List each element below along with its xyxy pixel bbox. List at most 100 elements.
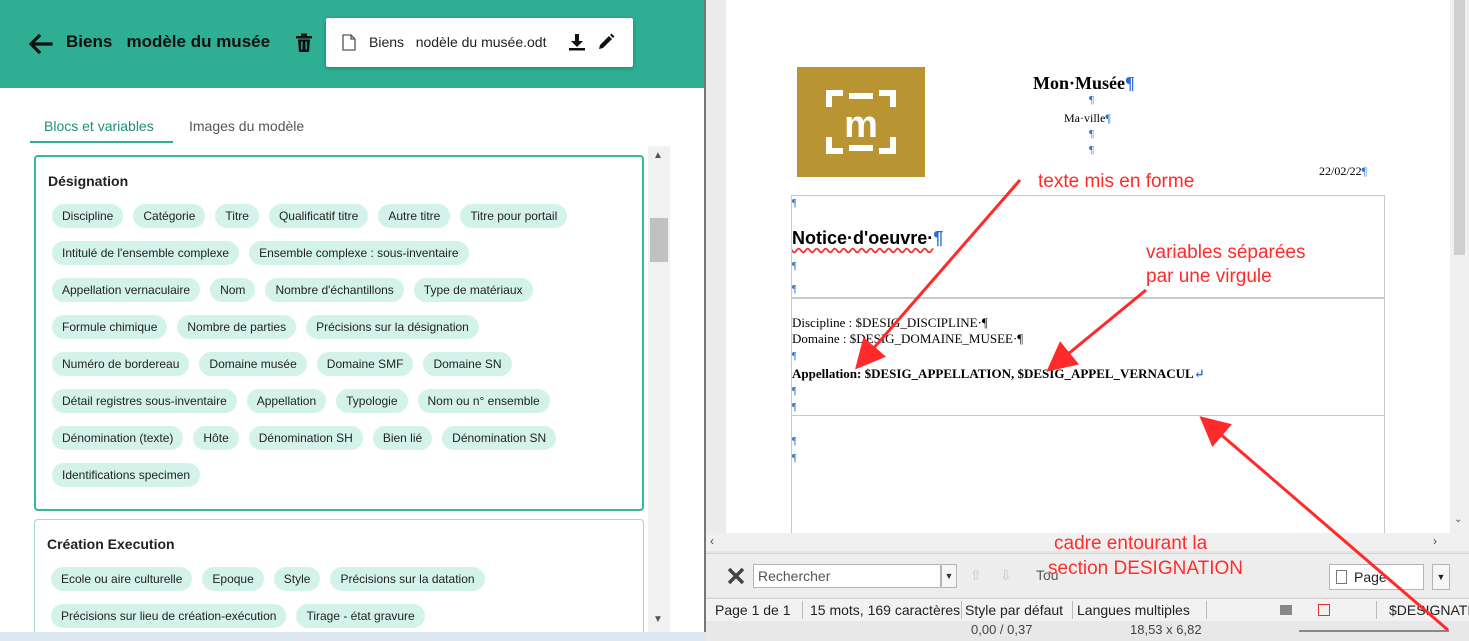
variable-chips: Discipline Catégorie Titre Qualificatif … [52,204,637,500]
status-separator [1376,601,1377,619]
status-language[interactable]: Langues multiples [1077,602,1190,618]
chip-row: Appellation vernaculaire Nom Nombre d'éc… [52,278,637,315]
variable-chip[interactable]: Bien lié [372,426,433,450]
variable-chip[interactable]: Qualificatif titre [268,204,369,228]
variable-chip[interactable]: Nom ou n° ensemble [417,389,550,413]
variable-chip[interactable]: Détail registres sous-inventaire [52,389,237,413]
chevron-down-icon[interactable]: ▼ [1432,564,1450,590]
variable-chip[interactable]: Ensemble complexe : sous-inventaire [249,241,469,265]
tab-bar: Blocs et variables Images du modèle [0,108,705,146]
variable-chip[interactable]: Discipline [52,204,124,228]
trash-icon[interactable] [295,33,313,53]
svg-text:m: m [844,104,878,146]
block-card-creation-execution[interactable]: Création Execution Ecole ou aire culture… [34,519,644,641]
variable-chip[interactable]: Tirage - état gravure [296,604,425,628]
active-tab-indicator [30,141,173,143]
variable-chip[interactable]: Précisions sur la datation [330,567,485,591]
status-separator [802,601,803,619]
variable-chip[interactable]: Précisions sur la désignation [306,315,479,339]
navigate-by-select[interactable]: Page [1329,564,1424,590]
pilcrow-mark: ¶ [1089,144,1094,156]
tab-images-du-modele[interactable]: Images du modèle [189,118,304,134]
chevron-down-icon[interactable]: ▼ [941,564,957,588]
status-bar: Page 1 de 1 15 mots, 169 caractères Styl… [706,598,1469,621]
blocks-list: Désignation Discipline Catégorie Titre Q… [0,146,670,641]
variable-chip[interactable]: Appellation vernaculaire [52,278,201,302]
variable-chip[interactable]: Nom [210,278,256,302]
variable-chip[interactable]: Hôte [193,426,239,450]
doc-notice-title: Notice·d'oeuvre·¶ [792,228,944,248]
variable-chip[interactable]: Nombre d'échantillons [265,278,404,302]
status-cursor-position: 0,00 / 0,37 [971,622,1033,637]
chevron-down-icon[interactable]: ⌄ [1454,514,1462,525]
model-editor-app: Biens modèle du musée Biens nodèle du mu… [0,0,705,641]
variable-chips: Ecole ou aire culturelle Epoque Style Pr… [51,567,636,641]
variable-chip[interactable]: Dénomination (texte) [52,426,184,450]
museum-logo: m [797,67,925,177]
chip-row: Formule chimique Nombre de parties Préci… [52,315,637,352]
chevron-right-icon[interactable]: › [1433,534,1437,548]
variable-chip[interactable]: Domaine SMF [316,352,414,376]
zoom-slider[interactable] [1299,630,1449,632]
template-file-card[interactable]: Biens nodèle du musée.odt [326,18,633,67]
status-section[interactable]: $DESIGNATIC [1389,602,1469,618]
doc-line-domaine: Domaine : $DESIG_DOMAINE_MUSEE·¶ [792,331,1024,346]
pilcrow-mark: ¶ [1089,128,1094,140]
blocks-scrollbar[interactable]: ▲ ▼ [648,146,670,641]
taskbar-strip [0,632,706,641]
chip-row: Numéro de bordereau Domaine musée Domain… [52,352,637,389]
status-page[interactable]: Page 1 de 1 [715,602,791,618]
variable-chip[interactable]: Intitulé de l'ensemble complexe [52,241,240,265]
variable-chip[interactable]: Précisions sur lieu de création-exécutio… [51,604,287,628]
variable-chip[interactable]: Dénomination SN [442,426,557,450]
variable-chip[interactable]: Titre pour portail [460,204,568,228]
variable-chip[interactable]: Formule chimique [52,315,168,339]
variable-chip[interactable]: Catégorie [133,204,206,228]
chevron-left-icon[interactable]: ‹ [710,534,714,548]
variable-chip[interactable]: Domaine musée [199,352,307,376]
document-page[interactable]: m Mon·Musée¶ ¶ Ma·ville¶ ¶ ¶ 22/02/22¶ ¶… [726,0,1450,533]
top-bar: Biens modèle du musée Biens nodèle du mu… [0,0,705,88]
variable-chip[interactable]: Style [273,567,321,591]
scrollbar-thumb[interactable] [650,218,668,262]
signature-icon[interactable] [1280,605,1292,615]
doc-line-appellation: Appellation: $DESIG_APPELLATION, $DESIG_… [792,366,1205,381]
variable-chip[interactable]: Ecole ou aire culturelle [51,567,193,591]
variable-chip[interactable]: Typologie [336,389,408,413]
annotation-variables-line1: variables séparées [1146,242,1306,263]
block-card-designation[interactable]: Désignation Discipline Catégorie Titre Q… [34,155,644,511]
scroll-down-icon[interactable]: ▼ [653,614,663,625]
scrollbar-thumb[interactable] [1454,0,1465,255]
status-page-style[interactable]: Style par défaut [965,602,1063,618]
back-arrow-icon[interactable] [26,30,54,58]
variable-chip[interactable]: Type de matériaux [413,278,533,302]
variable-chip[interactable]: Dénomination SH [248,426,363,450]
chip-row: Détail registres sous-inventaire Appella… [52,389,637,426]
file-icon [342,34,356,51]
scroll-up-icon[interactable]: ▲ [653,150,663,161]
variable-chip[interactable]: Titre [215,204,259,228]
pilcrow-mark: ¶ [792,284,797,295]
find-next-icon[interactable]: ⇩ [1000,567,1012,584]
variable-chip[interactable]: Appellation [246,389,327,413]
find-previous-icon[interactable]: ⇧ [970,567,982,584]
variable-chip[interactable]: Numéro de bordereau [52,352,190,376]
variable-chip[interactable]: Nombre de parties [177,315,297,339]
variable-chip[interactable]: Identifications specimen [52,463,201,487]
tab-blocs-et-variables[interactable]: Blocs et variables [44,118,154,134]
close-findbar-icon[interactable] [726,566,746,586]
variable-chip[interactable]: Autre titre [378,204,451,228]
variable-chip[interactable]: Domaine SN [423,352,512,376]
document-vertical-scrollbar[interactable]: ⌄ [1450,0,1469,533]
document-modified-icon[interactable] [1318,604,1330,616]
doc-town: Ma·ville¶ [1064,111,1111,125]
edit-pencil-icon[interactable] [598,33,615,50]
status-word-count[interactable]: 15 mots, 169 caractères [810,602,960,618]
search-input[interactable]: Rechercher [753,564,941,588]
pilcrow-mark: ¶ [792,453,797,464]
download-icon[interactable] [568,33,586,51]
writer-window: m Mon·Musée¶ ¶ Ma·ville¶ ¶ ¶ 22/02/22¶ ¶… [706,0,1469,641]
variable-chip[interactable]: Epoque [202,567,264,591]
doc-museum-name: Mon·Musée¶ [1033,73,1135,93]
document-view[interactable]: m Mon·Musée¶ ¶ Ma·ville¶ ¶ ¶ 22/02/22¶ ¶… [706,0,1450,533]
